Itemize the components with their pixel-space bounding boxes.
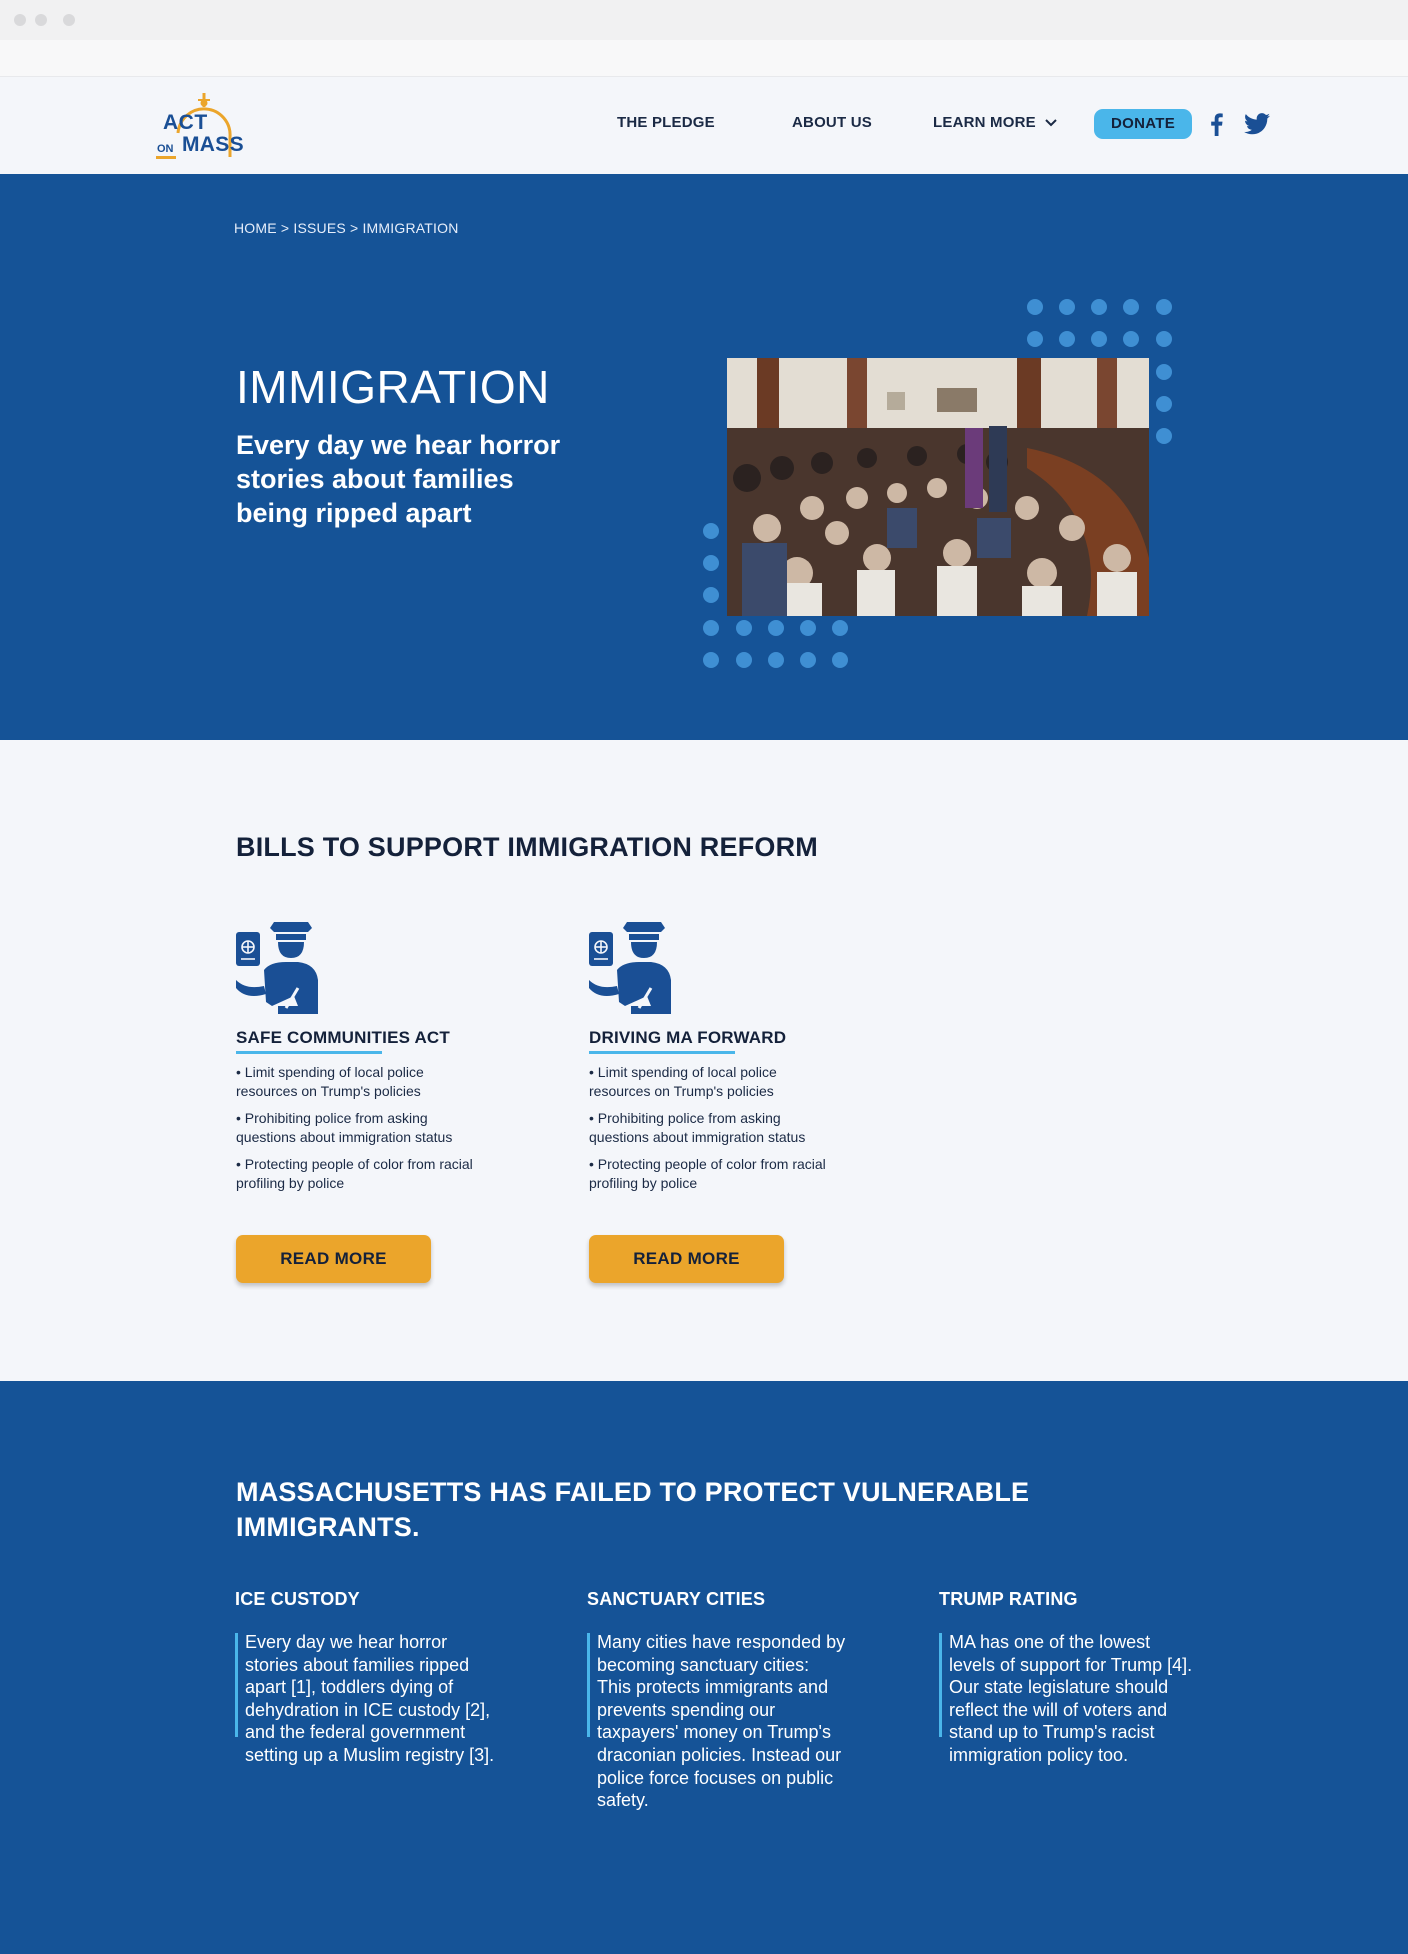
info-column: SANCTUARY CITIES Many cities have respon… xyxy=(587,1589,847,1810)
column-heading: ICE CUSTODY xyxy=(235,1589,360,1609)
bill-name-underline xyxy=(236,1051,382,1054)
browser-title-bar xyxy=(0,0,1408,40)
window-maximize-dot[interactable] xyxy=(63,14,75,26)
hero-subtitle: Every day we hear horror stories about f… xyxy=(236,430,561,528)
column-accent-rule xyxy=(939,1633,942,1737)
twitter-icon[interactable] xyxy=(1244,112,1270,136)
facebook-icon[interactable] xyxy=(1208,112,1224,136)
hero-photo-crowd xyxy=(727,358,1149,616)
logo-text-on: ON xyxy=(157,143,174,155)
nav-the-pledge[interactable]: THE PLEDGE xyxy=(617,114,715,131)
column-accent-rule xyxy=(587,1633,590,1737)
column-heading: SANCTUARY CITIES xyxy=(587,1589,766,1609)
donate-button[interactable]: DONATE xyxy=(1094,109,1192,139)
hero-section: HOME > ISSUES > IMMIGRATION IMMIGRATION … xyxy=(0,174,1408,740)
bill-point: • Prohibiting police from asking questio… xyxy=(236,1110,453,1145)
bills-section-title: BILLS TO SUPPORT IMMIGRATION REFORM xyxy=(236,832,818,862)
site-logo[interactable]: ACT ON MASS xyxy=(154,89,254,161)
column-heading: TRUMP RATING xyxy=(939,1589,1078,1609)
bill-name: DRIVING MA FORWARD xyxy=(589,1028,787,1047)
bill-point: • Limit spending of local police resourc… xyxy=(589,1064,777,1099)
crowd-photo-illustration xyxy=(727,358,1149,616)
breadcrumb: HOME > ISSUES > IMMIGRATION xyxy=(234,220,459,236)
bill-name: SAFE COMMUNITIES ACT xyxy=(236,1028,450,1047)
page-title: IMMIGRATION xyxy=(236,361,550,413)
window-close-dot[interactable] xyxy=(14,14,26,26)
bill-points: • Limit spending of local police resourc… xyxy=(236,1063,486,1201)
decorative-dots xyxy=(703,299,1172,668)
bill-name-underline xyxy=(589,1051,735,1054)
column-body: Every day we hear horror stories about f… xyxy=(245,1632,495,1765)
nav-about-us[interactable]: ABOUT US xyxy=(792,114,872,131)
logo-text-act: ACT xyxy=(163,111,208,134)
site-header: ACT ON MASS THE PLEDGE ABOUT US LEARN MO… xyxy=(0,77,1408,174)
bill-points: • Limit spending of local police resourc… xyxy=(589,1063,839,1201)
failed-protection-section: MASSACHUSETTS HAS FAILED TO PROTECT VULN… xyxy=(0,1381,1408,1954)
bill-point: • Protecting people of color from racial… xyxy=(236,1156,473,1191)
bill-point: • Protecting people of color from racial… xyxy=(589,1156,826,1191)
chevron-down-icon[interactable] xyxy=(1043,115,1059,131)
column-body: MA has one of the lowest levels of suppo… xyxy=(949,1632,1193,1765)
bill-point: • Prohibiting police from asking questio… xyxy=(589,1110,806,1145)
browser-toolbar xyxy=(0,40,1408,77)
info-column: ICE CUSTODY Every day we hear horror sto… xyxy=(235,1589,495,1765)
info-column: TRUMP RATING MA has one of the lowest le… xyxy=(939,1589,1199,1765)
bill-point: • Limit spending of local police resourc… xyxy=(236,1064,424,1099)
nav-learn-more[interactable]: LEARN MORE xyxy=(933,114,1036,131)
immigration-officer-icon xyxy=(589,922,671,1014)
logo-text-mass: MASS xyxy=(182,133,244,156)
immigration-officer-icon xyxy=(236,922,318,1014)
failed-section-title: MASSACHUSETTS HAS FAILED TO PROTECT VULN… xyxy=(236,1477,1030,1542)
column-accent-rule xyxy=(235,1633,238,1737)
column-body: Many cities have responded by becoming s… xyxy=(597,1632,846,1811)
logo-underline xyxy=(156,156,176,159)
window-minimize-dot[interactable] xyxy=(35,14,47,26)
read-more-button[interactable]: READ MORE xyxy=(589,1235,784,1283)
read-more-button[interactable]: READ MORE xyxy=(236,1235,431,1283)
